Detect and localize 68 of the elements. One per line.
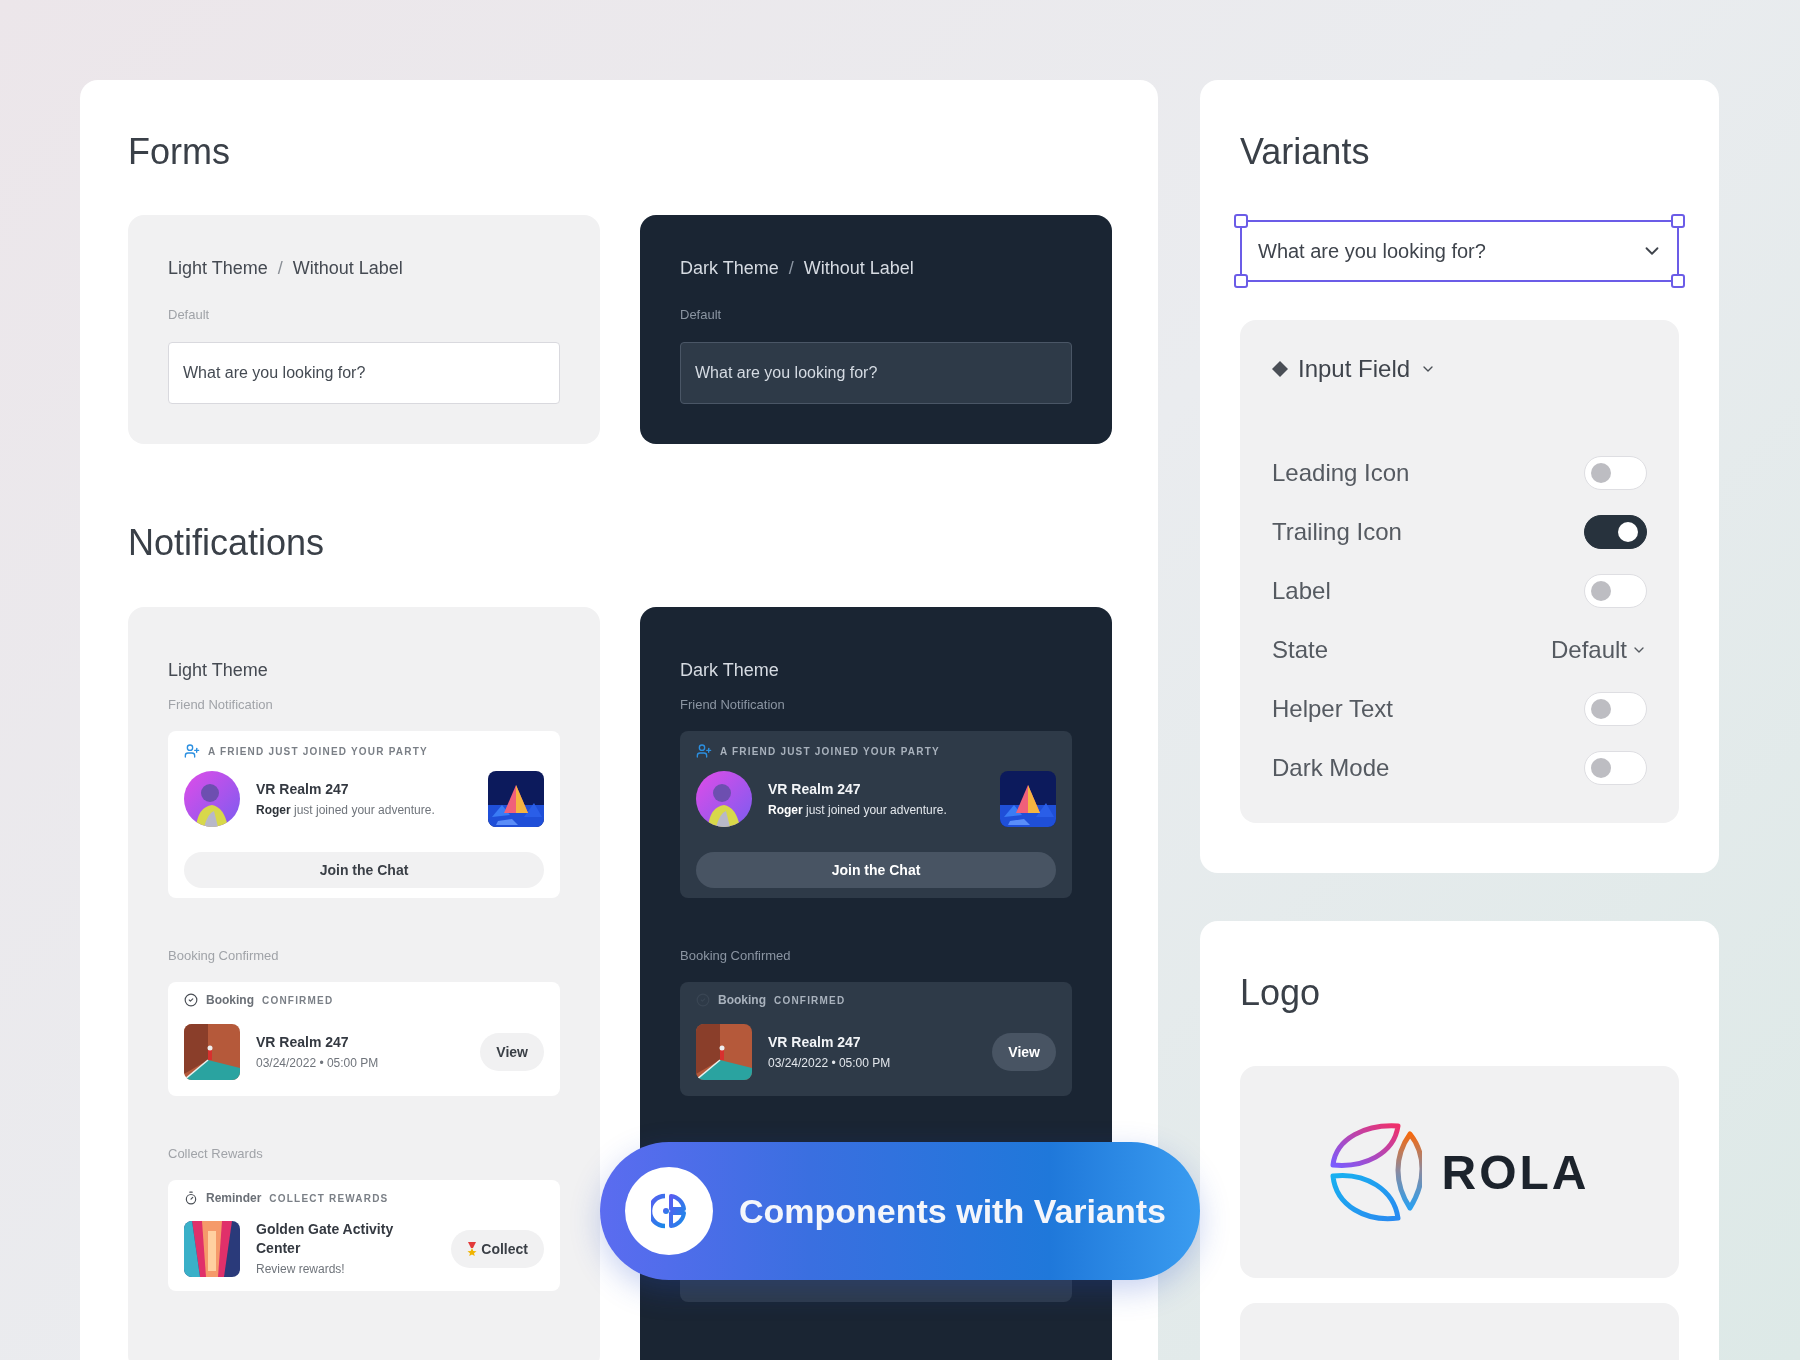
section-label: Booking Confirmed [680,948,792,964]
notification-type: Booking [718,993,766,1007]
notification-title: Golden Gate Activity Center [256,1220,395,1258]
section-label: Collect Rewards [168,1146,264,1162]
panel-title: Input Field [1298,355,1411,383]
selection-handle[interactable] [1234,274,1248,288]
view-button[interactable]: View [992,1033,1056,1071]
notification-title: VR Realm 247 [768,780,862,799]
collect-button[interactable]: Collect [451,1229,544,1268]
notification-tag: CONFIRMED [774,994,846,1006]
property-label: Label [1272,576,1331,605]
join-chat-button[interactable]: Join the Chat [696,852,1056,888]
banner-title: Components with Variants [739,1191,1166,1231]
panel-title: Dark Theme [680,659,780,682]
property-label: State [1272,635,1329,664]
breadcrumb-item[interactable]: Without Label [803,256,914,280]
toggle-switch[interactable] [1584,514,1647,549]
property-label: Helper Text [1272,694,1393,723]
medal-icon [467,1241,478,1256]
notification-message: Roger just joined your adventure. [256,802,436,818]
state-dropdown[interactable]: Default [1550,635,1647,664]
property-label: Trailing Icon [1272,517,1402,546]
notification-type: Booking [206,993,254,1007]
section-heading: Logo [1240,973,1322,1013]
property-label: Leading Icon [1272,458,1410,487]
notification-tag: A FRIEND JUST JOINED YOUR PARTY [208,745,428,757]
notification-title: VR Realm 247 [768,1033,862,1052]
section-label: Friend Notification [168,697,274,713]
breadcrumb-item[interactable]: Dark Theme [680,256,779,280]
panel-title: Light Theme [168,659,269,682]
notification-title: VR Realm 247 [256,1033,350,1052]
notification-tag: A FRIEND JUST JOINED YOUR PARTY [720,745,940,757]
dropdown-field[interactable]: What are you looking for? [1232,212,1687,290]
component-icon [651,1193,687,1229]
state-label: Default [680,307,723,323]
add-user-icon [184,743,200,759]
logo-wordmark: ROLA [1441,1144,1590,1200]
notification-message: Review rewards! [256,1261,346,1277]
selection-handle[interactable] [1671,274,1685,288]
breadcrumb-separator: / [277,257,283,280]
notification-tag: COLLECT REWARDS [269,1192,389,1204]
selection-handle[interactable] [1234,214,1248,228]
property-label: Dark Mode [1272,753,1390,782]
state-label: Default [168,307,211,323]
section-label: Booking Confirmed [168,948,280,964]
breadcrumb-separator: / [788,257,794,280]
section-heading: Notifications [128,523,326,563]
field-input[interactable]: What are you looking for? [1256,238,1641,264]
selection-handle[interactable] [1671,214,1685,228]
view-button[interactable]: View [480,1033,544,1071]
notification-date: 03/24/2022 • 05:00 PM [768,1055,892,1071]
notification-title: VR Realm 247 [256,780,350,799]
notification-date: 03/24/2022 • 05:00 PM [256,1055,380,1071]
diamond-icon [1272,361,1288,377]
section-label: Friend Notification [680,697,786,713]
logo-icon [1329,1120,1422,1224]
breadcrumb-item[interactable]: Light Theme [168,256,268,280]
search-field[interactable]: What are you looking for? [680,342,1072,404]
join-chat-button[interactable]: Join the Chat [184,852,544,888]
section-heading: Forms [128,132,231,172]
section-heading: Variants [1240,132,1371,172]
notification-type: Reminder [206,1191,262,1205]
timer-icon [184,1191,198,1205]
notification-message: Roger just joined your adventure. [768,802,948,818]
notification-tag: CONFIRMED [262,994,334,1006]
check-circle-icon [184,993,198,1007]
add-user-icon [696,743,712,759]
breadcrumb-item[interactable]: Without Label [292,256,403,280]
